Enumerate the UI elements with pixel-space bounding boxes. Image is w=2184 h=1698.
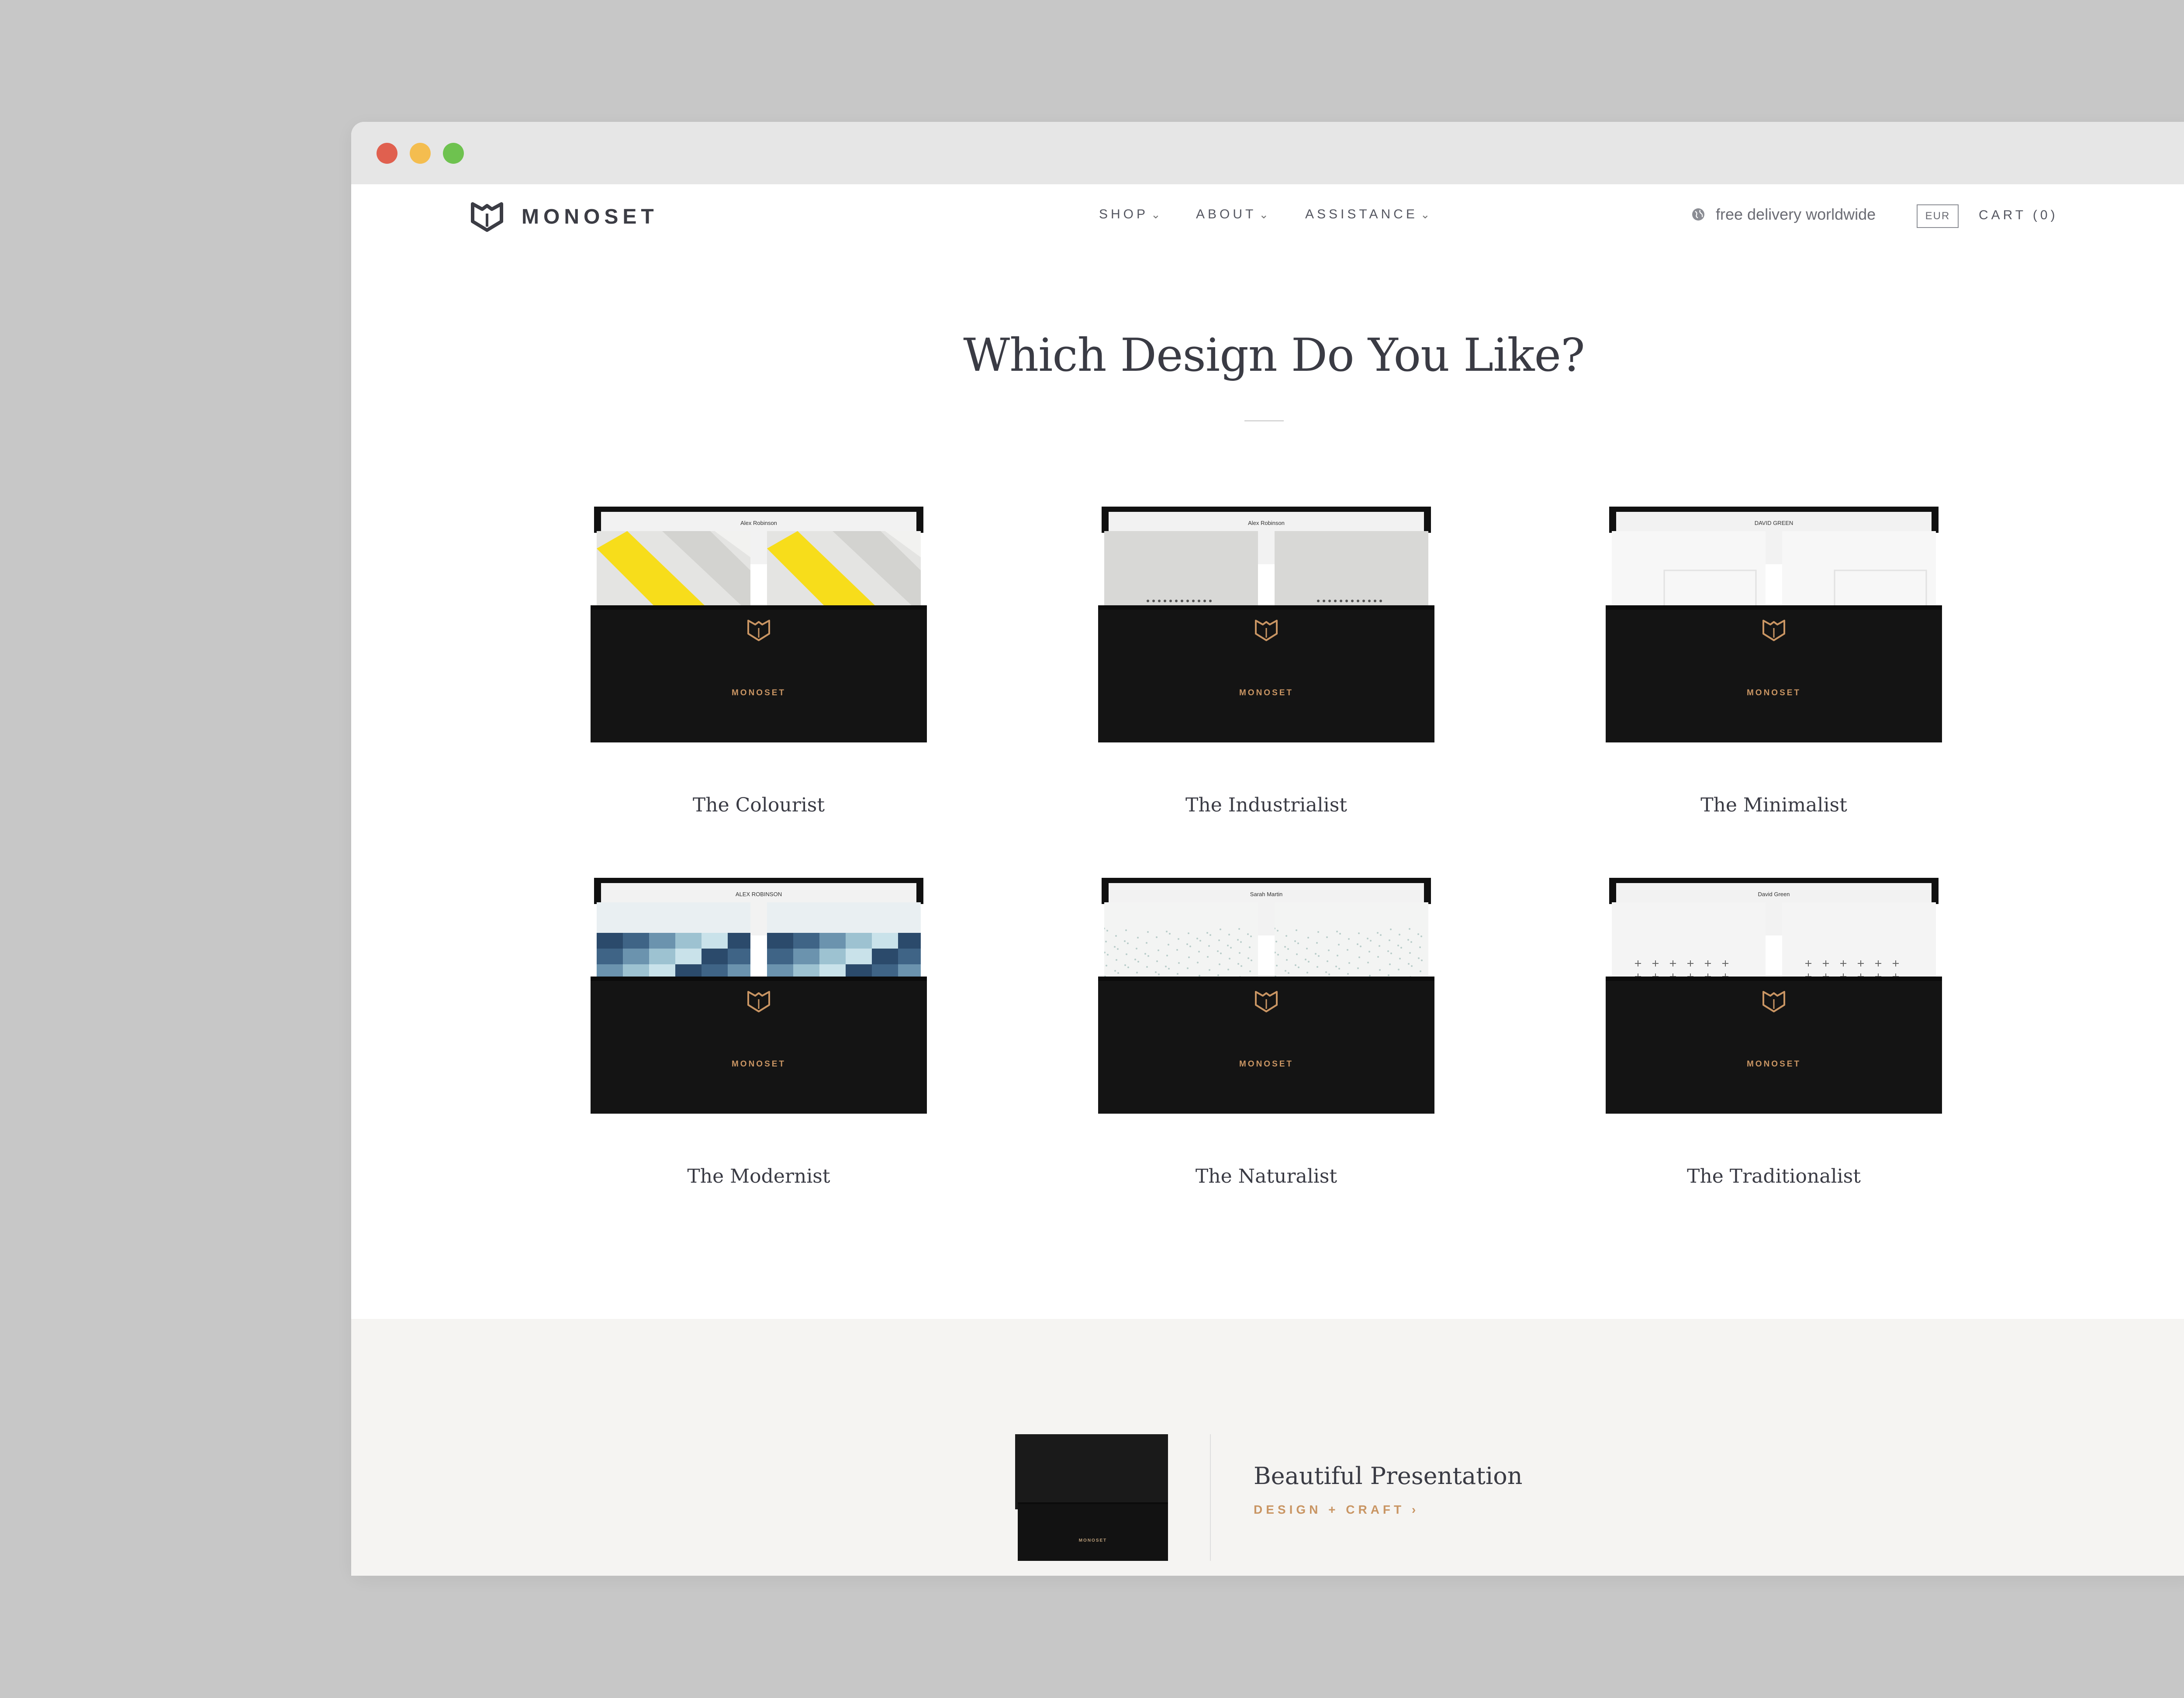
box-brand-word: MONOSET <box>1239 688 1294 697</box>
product-label[interactable]: The Minimalist <box>1606 794 1942 816</box>
product-image[interactable]: Alex Robinson MONOSET <box>591 507 927 742</box>
chevron-down-icon: ⌄ <box>1151 207 1161 221</box>
product-image[interactable]: Sarah Martin MONOSET <box>1098 878 1434 1114</box>
product-label[interactable]: The Industrialist <box>1098 794 1434 816</box>
page-title: Which Design Do You Like? <box>963 328 1585 382</box>
nav-assistance[interactable]: ASSISTANCE ⌄ <box>1305 207 1430 222</box>
feature-band: MONOSET Beautiful Presentation DESIGN + … <box>351 1319 2184 1576</box>
product-label[interactable]: The Naturalist <box>1098 1165 1434 1187</box>
product-image[interactable]: Alex Robinson MONOSET <box>1098 507 1434 742</box>
card-name: David Green <box>1758 891 1790 897</box>
feature-divider <box>1210 1434 1211 1561</box>
currency-selector[interactable]: EUR <box>1917 204 1959 228</box>
box-brand-word: MONOSET <box>731 688 786 697</box>
nav-shop[interactable]: SHOP ⌄ <box>1099 207 1161 222</box>
card-name: DAVID GREEN <box>1754 520 1794 526</box>
box-brand-word: MONOSET <box>1078 1538 1107 1543</box>
box-front: MONOSET <box>1606 977 1942 1114</box>
box-brand-word: MONOSET <box>1746 688 1801 697</box>
product-image[interactable]: ALEX ROBINSON MONOSET <box>591 878 927 1114</box>
chevron-down-icon: ⌄ <box>1420 207 1430 221</box>
box-lid <box>1015 1434 1168 1509</box>
nav-assistance-label: ASSISTANCE <box>1305 207 1418 221</box>
box-brand-word: MONOSET <box>1746 1060 1801 1069</box>
monoset-box-logo-icon <box>1255 620 1278 641</box>
title-divider <box>1244 420 1284 421</box>
box-front: MONOSET <box>1098 605 1434 742</box>
product-image[interactable]: David Green MONOSET <box>1606 878 1942 1114</box>
box-front: MONOSET <box>591 605 927 742</box>
nav-about-label: ABOUT <box>1196 207 1257 221</box>
feature-title: Beautiful Presentation <box>1254 1462 1523 1490</box>
monoset-box-logo-icon <box>747 620 770 641</box>
cart-link[interactable]: CART (0) <box>1979 208 2058 223</box>
presentation-box-image[interactable]: MONOSET <box>1015 1434 1168 1561</box>
box-body: MONOSET <box>1018 1504 1168 1561</box>
box-brand-word: MONOSET <box>1239 1060 1294 1069</box>
box-brand-word: MONOSET <box>731 1060 786 1069</box>
delivery-text: free delivery worldwide <box>1716 205 1876 223</box>
minimize-window-button[interactable] <box>410 143 431 164</box>
card-name: Alex Robinson <box>740 520 777 526</box>
product-label[interactable]: The Traditionalist <box>1606 1165 1942 1187</box>
product-image[interactable]: DAVID GREEN MONOSET <box>1606 507 1942 742</box>
title-bar <box>351 122 2184 184</box>
monoset-box-logo-icon <box>747 991 770 1012</box>
design-craft-link[interactable]: DESIGN + CRAFT › <box>1254 1503 1419 1517</box>
card-name: Sarah Martin <box>1250 891 1283 897</box>
box-front: MONOSET <box>591 977 927 1114</box>
maximize-window-button[interactable] <box>443 143 464 164</box>
nav-shop-label: SHOP <box>1099 207 1149 221</box>
chevron-down-icon: ⌄ <box>1259 207 1269 221</box>
nav-about[interactable]: ABOUT ⌄ <box>1196 207 1268 222</box>
box-front: MONOSET <box>1606 605 1942 742</box>
close-window-button[interactable] <box>377 143 397 164</box>
monoset-box-logo-icon <box>1762 991 1785 1012</box>
card-name: Alex Robinson <box>1248 520 1285 526</box>
box-front: MONOSET <box>1098 977 1434 1114</box>
product-label[interactable]: The Modernist <box>591 1165 927 1187</box>
delivery-info: free delivery worldwide <box>1691 205 1876 224</box>
monoset-box-logo-icon <box>1255 991 1278 1012</box>
monoset-box-logo-icon <box>1762 620 1785 641</box>
product-label[interactable]: The Colourist <box>591 794 927 816</box>
globe-icon <box>1692 208 1704 221</box>
card-name: ALEX ROBINSON <box>735 891 782 897</box>
